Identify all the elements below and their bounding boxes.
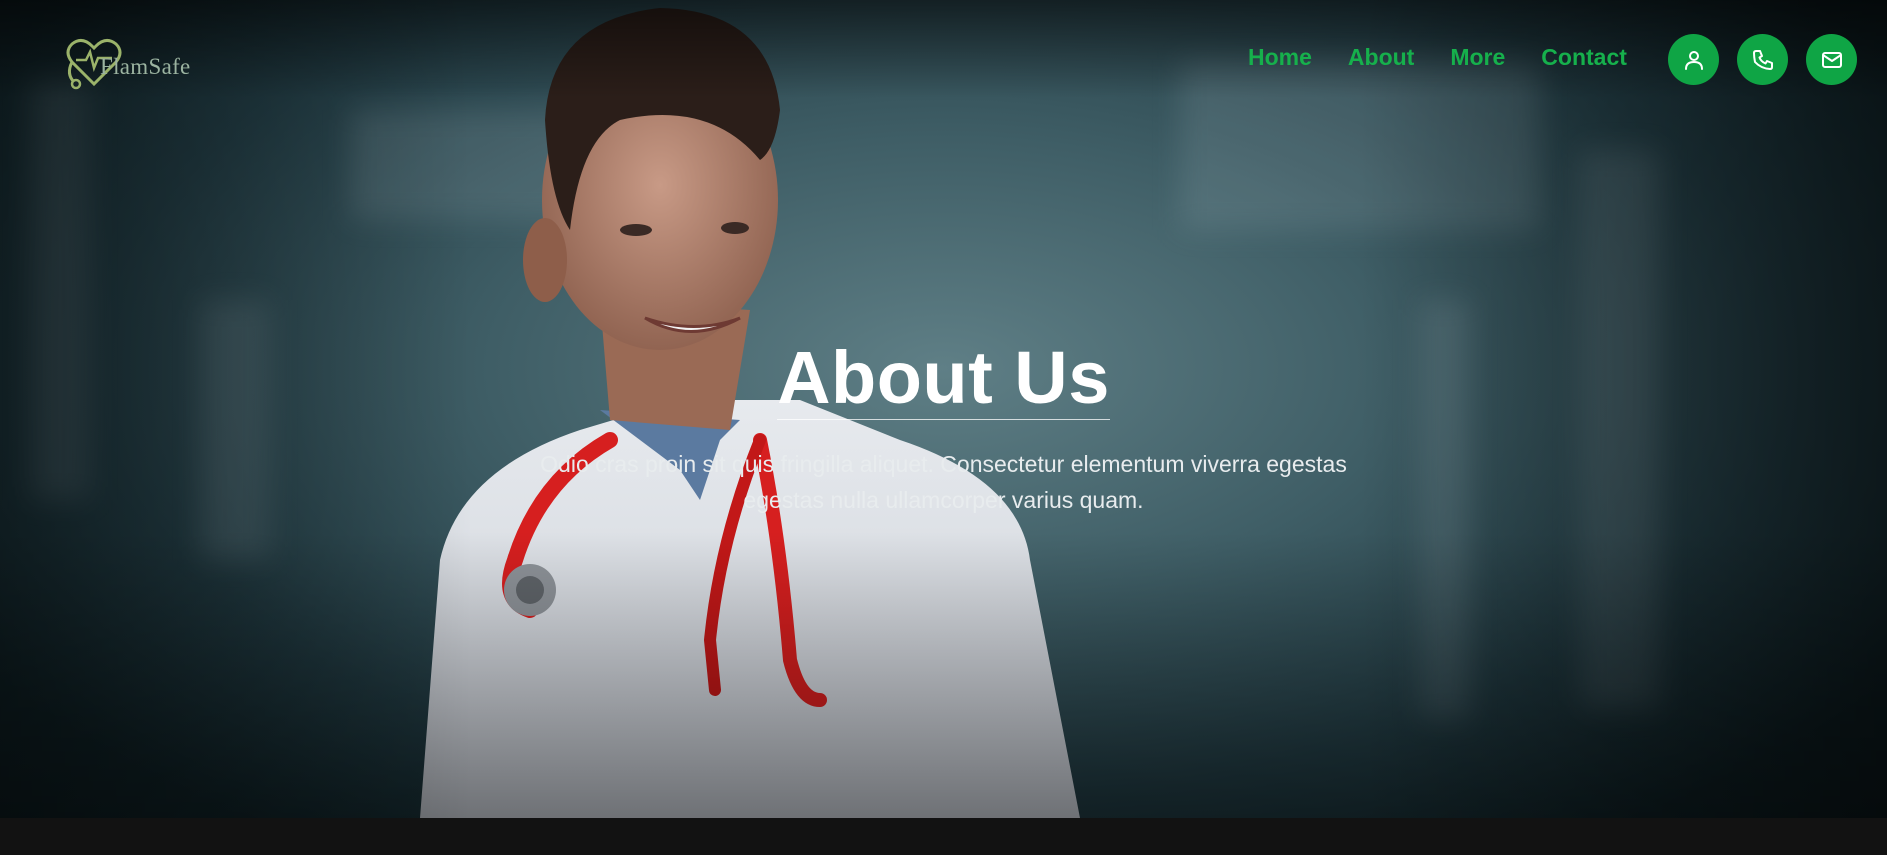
phone-icon: [1752, 49, 1773, 70]
hero-section: About Us Odio cras proin sit quis fringi…: [0, 0, 1887, 818]
phone-button[interactable]: [1737, 34, 1788, 85]
hero-content: About Us Odio cras proin sit quis fringi…: [0, 340, 1887, 518]
page-title: About Us: [777, 336, 1110, 421]
nav-link-home[interactable]: Home: [1248, 44, 1312, 71]
brand-name: FlamSafe: [100, 54, 191, 79]
nav-link-contact[interactable]: Contact: [1541, 44, 1627, 71]
nav-icon-group: [1668, 34, 1857, 85]
nav-link-about[interactable]: About: [1348, 44, 1414, 71]
nav-link-more[interactable]: More: [1450, 44, 1505, 71]
section-divider: [0, 818, 1887, 855]
page: About Us Odio cras proin sit quis fringi…: [0, 0, 1887, 855]
navbar: FlamSafe Home About More Contact: [0, 0, 1887, 120]
account-button[interactable]: [1668, 34, 1719, 85]
main-nav: Home About More Contact: [1248, 44, 1627, 71]
user-icon: [1684, 50, 1703, 70]
brand-logo[interactable]: FlamSafe: [64, 34, 214, 90]
mail-button[interactable]: [1806, 34, 1857, 85]
hero-description: Odio cras proin sit quis fringilla aliqu…: [540, 451, 1347, 514]
mail-icon: [1821, 51, 1842, 68]
